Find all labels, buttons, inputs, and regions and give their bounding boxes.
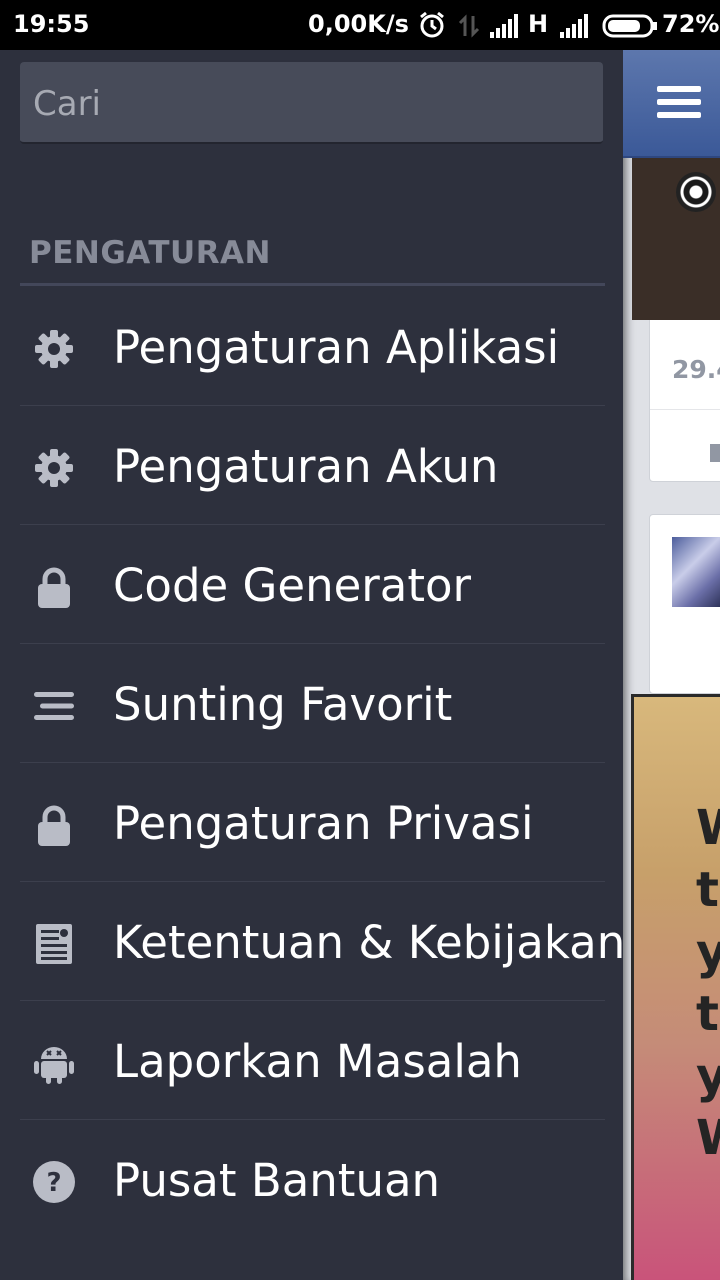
- main-feed-peek[interactable]: 29.4 W t y t y W: [623, 50, 720, 1280]
- help-icon: ?: [33, 1161, 75, 1203]
- menu-item-help-center[interactable]: ? Pusat Bantuan: [20, 1120, 605, 1239]
- menu-item-label: Ketentuan & Kebijakan: [113, 916, 626, 969]
- menu-item-label: Code Generator: [113, 559, 472, 612]
- signal-icon: [560, 14, 588, 38]
- avatar[interactable]: [672, 537, 720, 607]
- menu-item-edit-favorites[interactable]: Sunting Favorit: [20, 644, 605, 763]
- menu-item-terms-policies[interactable]: Ketentuan & Kebijakan: [20, 882, 625, 1001]
- status-bar: 19:55 0,00K/s H 72%: [0, 0, 720, 50]
- menu-item-code-generator[interactable]: Code Generator: [20, 525, 605, 644]
- menu-item-app-settings[interactable]: Pengaturan Aplikasi: [20, 287, 605, 406]
- menu-item-label: Pengaturan Aplikasi: [113, 321, 560, 374]
- feed-photo[interactable]: [632, 158, 720, 320]
- svg-text:?: ?: [46, 1168, 61, 1198]
- section-divider: [20, 283, 605, 286]
- feed-card[interactable]: [649, 514, 720, 694]
- status-time: 19:55: [13, 10, 90, 38]
- menu-item-label: Sunting Favorit: [113, 678, 453, 731]
- search-input[interactable]: Cari: [20, 62, 603, 144]
- menu-item-label: Laporkan Masalah: [113, 1035, 522, 1088]
- menu-item-report-problem[interactable]: Laporkan Masalah: [20, 1001, 605, 1120]
- data-transfer-icon: [458, 14, 480, 38]
- settings-menu: Pengaturan Aplikasi Pengaturan Akun Code…: [20, 287, 625, 1239]
- settings-drawer: Cari PENGATURAN Pengaturan Aplikasi Peng…: [0, 50, 625, 1280]
- lock-icon: [38, 805, 70, 846]
- poster-text: W t y t y W: [696, 800, 720, 1166]
- menu-item-privacy-settings[interactable]: Pengaturan Privasi: [20, 763, 605, 882]
- signal-icon: [490, 14, 518, 38]
- network-type: H: [528, 10, 549, 38]
- net-speed: 0,00K/s: [308, 10, 409, 38]
- menu-icon[interactable]: [657, 86, 701, 120]
- card-divider: [650, 409, 720, 410]
- likes-count: 29.4: [672, 355, 720, 384]
- gear-icon: [35, 330, 73, 368]
- section-title: PENGATURAN: [29, 235, 271, 271]
- lock-icon: [38, 567, 70, 608]
- like-icon[interactable]: [710, 444, 720, 462]
- menu-item-account-settings[interactable]: Pengaturan Akun: [20, 406, 605, 525]
- app-header: [623, 50, 720, 158]
- document-icon: [36, 924, 72, 964]
- alarm-icon: [420, 11, 444, 38]
- menu-item-label: Pusat Bantuan: [113, 1154, 441, 1207]
- menu-item-label: Pengaturan Privasi: [113, 797, 534, 850]
- feed-photo[interactable]: W t y t y W: [631, 694, 720, 1280]
- menu-item-label: Pengaturan Akun: [113, 440, 499, 493]
- gear-icon: [35, 449, 73, 487]
- list-lines-icon: [34, 692, 74, 720]
- battery-icon: [602, 14, 657, 38]
- android-icon: [34, 1047, 74, 1084]
- search-placeholder: Cari: [33, 84, 101, 124]
- globe-icon: [676, 172, 716, 212]
- battery-percent: 72%: [662, 10, 720, 38]
